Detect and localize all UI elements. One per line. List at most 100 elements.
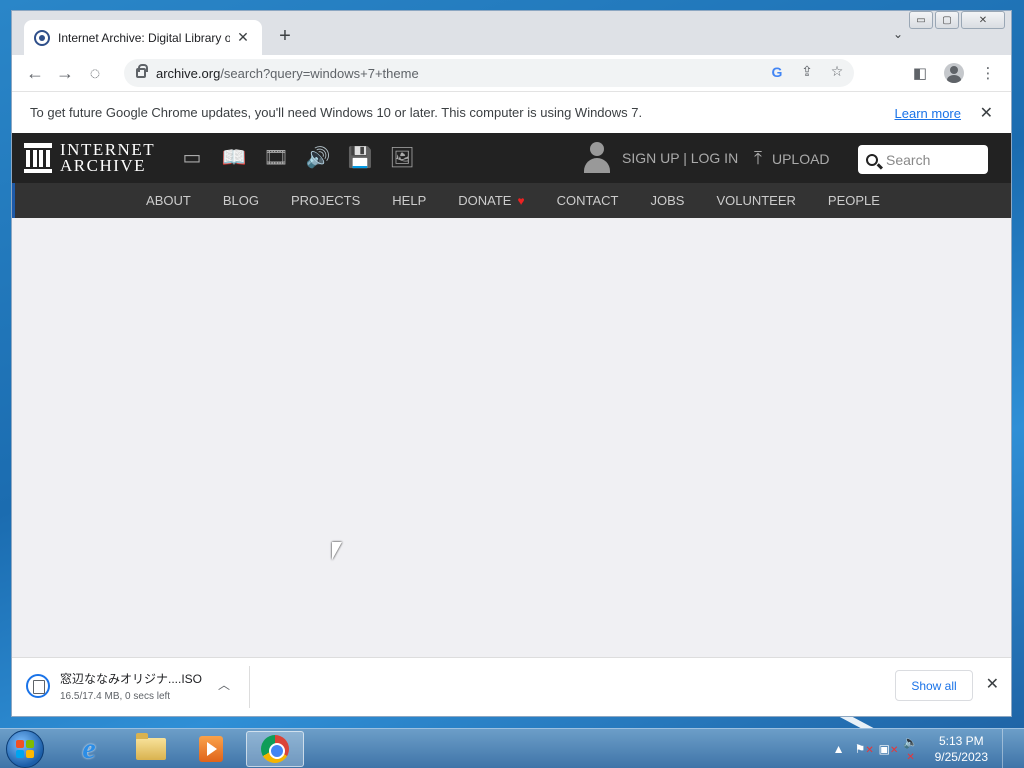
infobar-close-button[interactable]: ✕ [980, 103, 993, 123]
toolbar-right: ◧ ⋮ [907, 59, 1001, 87]
logo-line-2: ARCHIVE [60, 156, 147, 175]
more-menu-icon[interactable]: ⋮ [975, 59, 1001, 87]
share-icon[interactable]: ⇪ [798, 63, 816, 80]
update-infobar: To get future Google Chrome updates, you… [12, 91, 1011, 133]
bookmark-star-icon[interactable]: ☆ [828, 63, 846, 80]
side-panel-icon[interactable]: ◧ [907, 59, 933, 87]
forward-button[interactable]: → [50, 58, 80, 88]
windows-logo-icon [16, 740, 34, 758]
taskbar-internet-explorer[interactable]: e [60, 731, 118, 767]
taskbar-media-player[interactable] [182, 731, 240, 767]
nav-donate-label: DONATE [458, 193, 512, 208]
action-center-flag-icon[interactable]: ⚑✕ [855, 742, 874, 756]
page-content [12, 218, 1011, 655]
search-input[interactable] [886, 151, 982, 168]
signup-login-link[interactable]: SIGN UP | LOG IN [622, 150, 738, 166]
nav-projects[interactable]: PROJECTS [275, 193, 376, 208]
google-lens-icon[interactable]: G [768, 64, 786, 80]
show-desktop-button[interactable] [1002, 729, 1016, 768]
window-controls: ▭ ▢ ✕ [909, 11, 1005, 29]
nav-donate[interactable]: DONATE ♥ [442, 193, 540, 208]
nav-jobs[interactable]: JOBS [634, 193, 700, 208]
tab-search-button[interactable]: ⌄ [893, 27, 903, 41]
download-item[interactable]: 窓辺ななみオリジナ....ISO 16.5/17.4 MB, 0 secs le… [26, 670, 202, 702]
back-button[interactable]: ← [20, 58, 50, 88]
nav-about[interactable]: ABOUT [130, 193, 207, 208]
nav-help[interactable]: HELP [376, 193, 442, 208]
chrome-window: Internet Archive: Digital Library o ✕ + … [11, 10, 1012, 717]
chevron-up-icon[interactable]: ︿ [218, 676, 230, 693]
web-icon[interactable]: ▭ [180, 145, 204, 169]
learn-more-link[interactable]: Learn more [895, 106, 961, 121]
browser-toolbar: ← → ◌ archive.org/search?query=windows+7… [12, 55, 1011, 91]
video-icon[interactable]: 🎞 [263, 145, 288, 169]
shelf-close-button[interactable]: ✕ [986, 674, 999, 694]
avatar-icon [944, 63, 964, 83]
close-window-button[interactable]: ✕ [961, 11, 1005, 29]
url-text: archive.org/search?query=windows+7+theme [156, 66, 419, 81]
texts-icon[interactable]: 📖 [222, 145, 247, 169]
ia-search-box[interactable] [858, 145, 988, 174]
tab-close-button[interactable]: ✕ [234, 29, 252, 47]
nav-contact[interactable]: CONTACT [541, 193, 635, 208]
audio-icon[interactable]: 🔊 [306, 145, 331, 169]
software-icon[interactable]: 💾 [348, 145, 373, 169]
internet-explorer-icon: e [82, 732, 96, 765]
folder-icon [136, 733, 166, 760]
heart-icon: ♥ [517, 193, 525, 208]
upload-button[interactable]: ⤒ UPLOAD [754, 148, 830, 169]
nav-volunteer[interactable]: VOLUNTEER [700, 193, 811, 208]
ia-secondary-nav: ABOUT BLOG PROJECTS HELP DONATE ♥ CONTAC… [12, 183, 1011, 218]
loading-spinner-icon: ◌ [89, 62, 101, 83]
show-all-button[interactable]: Show all [895, 670, 973, 701]
nav-people[interactable]: PEOPLE [812, 193, 896, 208]
profile-button[interactable] [941, 59, 967, 87]
mouse-cursor-icon [332, 542, 342, 560]
upload-arrow-icon: ⤒ [754, 148, 762, 168]
maximize-button[interactable]: ▢ [935, 11, 959, 29]
url-path: /search?query=windows+7+theme [220, 65, 419, 81]
archive-building-icon [24, 143, 52, 173]
omnibox-actions: G ⇪ ☆ [768, 63, 846, 80]
ia-logo-text: INTERNET ARCHIVE [60, 141, 155, 175]
media-player-icon [199, 736, 223, 762]
person-icon [584, 142, 610, 174]
lock-icon [136, 64, 148, 78]
start-button[interactable] [6, 730, 44, 768]
tab-strip: Internet Archive: Digital Library o ✕ + … [12, 11, 1011, 55]
download-info: 窓辺ななみオリジナ....ISO 16.5/17.4 MB, 0 secs le… [60, 670, 202, 702]
shelf-divider [249, 666, 250, 708]
infobar-message: To get future Google Chrome updates, you… [30, 105, 643, 120]
new-tab-button[interactable]: + [274, 25, 296, 47]
arrow-right-icon: → [56, 62, 74, 83]
address-bar[interactable]: archive.org/search?query=windows+7+theme… [124, 59, 854, 87]
chrome-icon [261, 735, 289, 763]
clock[interactable]: 5:13 PM 9/25/2023 [935, 733, 988, 765]
network-icon[interactable]: ▣✕ [879, 742, 899, 756]
images-icon[interactable]: 🖼 [389, 145, 414, 169]
clock-date: 9/25/2023 [934, 750, 988, 764]
volume-muted-icon[interactable]: 🔈✕ [903, 735, 919, 763]
ia-logo[interactable]: INTERNET ARCHIVE [24, 141, 155, 175]
search-icon [866, 153, 878, 166]
ia-header: INTERNET ARCHIVE ▭ 📖 🎞 🔊 💾 🖼 SIGN UP | L… [12, 133, 1011, 183]
clock-time: 5:13 PM [938, 734, 984, 748]
url-domain: archive.org [156, 65, 221, 81]
ia-media-nav: ▭ 📖 🎞 🔊 💾 🖼 [180, 145, 415, 169]
minimize-button[interactable]: ▭ [909, 11, 933, 29]
tab-title: Internet Archive: Digital Library o [58, 30, 230, 45]
arrow-left-icon: ← [26, 62, 44, 83]
download-shelf: 窓辺ななみオリジナ....ISO 16.5/17.4 MB, 0 secs le… [12, 657, 1011, 716]
archive-favicon-icon [34, 29, 50, 46]
download-progress-icon [26, 674, 50, 698]
stop-loading-button[interactable]: ◌ [80, 58, 110, 88]
download-status: 16.5/17.4 MB, 0 secs left [60, 691, 171, 702]
download-file-name: 窓辺ななみオリジナ....ISO [60, 672, 203, 686]
nav-blog[interactable]: BLOG [207, 193, 275, 208]
tab-internet-archive[interactable]: Internet Archive: Digital Library o ✕ [24, 20, 262, 55]
upload-label: UPLOAD [771, 150, 830, 167]
system-tray: ▲ ⚑✕ ▣✕ 🔈✕ 5:13 PM 9/25/2023 [831, 729, 1016, 768]
taskbar-chrome[interactable] [246, 731, 304, 767]
tray-expand-icon[interactable]: ▲ [831, 742, 847, 756]
taskbar-file-explorer[interactable] [122, 731, 180, 767]
